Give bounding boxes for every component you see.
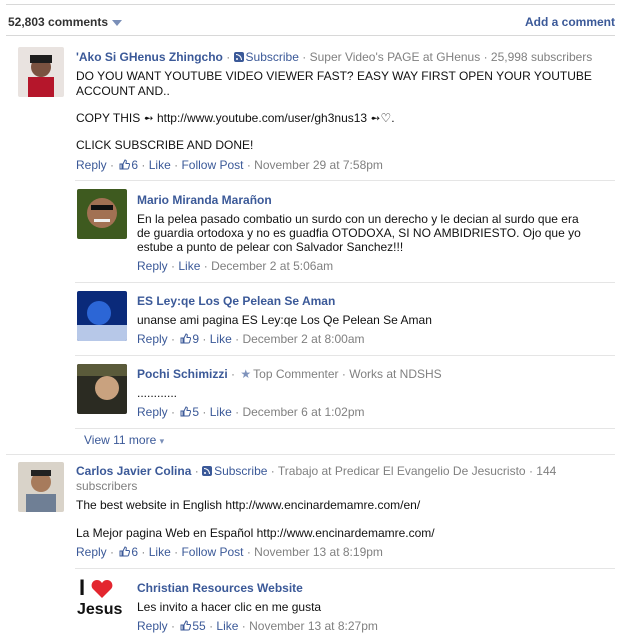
reply-actions: Reply · 9 · Like · December 2 at 8:00am <box>137 332 365 346</box>
comment-count-sort-toggle[interactable]: 52,803 comments <box>8 15 123 29</box>
reply-link[interactable]: Reply <box>76 545 107 559</box>
reply-text-line: En la pelea pasado combatio un surdo con… <box>137 212 579 226</box>
star-icon: ★ <box>240 367 252 381</box>
like-count[interactable]: 5 <box>192 405 199 419</box>
rss-icon <box>233 52 244 62</box>
reply-actions: Reply · 5 · Like · December 6 at 1:02pm <box>137 405 365 419</box>
comment-header: 'Ako Si GHenus Zhingcho · Subscribe · Su… <box>76 50 593 64</box>
timestamp[interactable]: November 13 at 8:19pm <box>254 545 383 559</box>
rss-icon <box>202 466 213 476</box>
like-link[interactable]: Like <box>178 259 200 273</box>
comments-header: 52,803 comments Add a comment <box>6 4 615 36</box>
view-more-label: View 11 more <box>84 433 157 447</box>
subscribe-link[interactable]: Subscribe <box>246 50 299 64</box>
reply-actions: Reply · 55 · Like · November 13 at 8:27p… <box>137 619 378 633</box>
divider <box>75 180 615 181</box>
follow-post-link[interactable]: Follow Post <box>181 158 243 172</box>
thumbs-up-icon <box>119 546 131 557</box>
like-link[interactable]: Like <box>210 332 232 346</box>
timestamp[interactable]: December 6 at 1:02pm <box>242 405 364 419</box>
like-link[interactable]: Like <box>149 158 171 172</box>
like-count[interactable]: 6 <box>131 545 138 559</box>
timestamp[interactable]: December 2 at 5:06am <box>211 259 333 273</box>
reply-author[interactable]: Mario Miranda Marañon <box>137 193 272 208</box>
thumbs-up-icon <box>180 333 192 344</box>
reply-text-line: estube a punto de pelear con Salvador Sa… <box>137 240 404 254</box>
reply-actions: Reply · Like · December 2 at 5:06am <box>137 259 334 273</box>
subscriber-count: 144 <box>536 464 557 478</box>
chevron-down-icon: ▾ <box>159 436 165 446</box>
divider <box>75 428 615 429</box>
like-link[interactable]: Like <box>149 545 171 559</box>
avatar[interactable] <box>77 189 127 239</box>
like-count[interactable]: 6 <box>131 158 138 172</box>
top-commenter-badge: Top Commenter <box>253 367 339 381</box>
reply-link[interactable]: Reply <box>137 259 168 273</box>
author-meta: Super Video's PAGE at GHenus <box>309 50 481 64</box>
thumbs-up-icon <box>119 159 131 170</box>
subscriber-label: subscribers <box>76 479 138 493</box>
divider <box>75 282 615 283</box>
comment-author[interactable]: Carlos Javier Colina <box>76 464 191 478</box>
comment-text-line: La Mejor pagina Web en Español http://ww… <box>76 526 435 540</box>
reply-text-line: unanse ami pagina ES Ley:qe Los Qe Pelea… <box>137 313 432 327</box>
timestamp[interactable]: November 13 at 8:27pm <box>249 619 378 633</box>
like-link[interactable]: Like <box>216 619 238 633</box>
thumbs-up-icon <box>180 620 192 631</box>
author-meta: Trabajo at Predicar El Evangelio De Jesu… <box>277 464 526 478</box>
reply-header: Pochi Schimizzi · ★ Top Commenter · Works… <box>137 367 442 381</box>
avatar[interactable]: I Jesus <box>77 577 127 627</box>
like-count[interactable]: 55 <box>192 619 205 633</box>
comment-text-line: COPY THIS ➻ http://www.youtube.com/user/… <box>76 111 395 125</box>
comment-text-line: ACCOUNT AND.. <box>76 84 170 98</box>
reply-link[interactable]: Reply <box>137 405 168 419</box>
subscribe-link[interactable]: Subscribe <box>214 464 267 478</box>
reply-author[interactable]: Pochi Schimizzi <box>137 367 228 381</box>
divider <box>6 454 615 455</box>
timestamp[interactable]: November 29 at 7:58pm <box>254 158 383 172</box>
comment-text-line: The best website in English http://www.e… <box>76 498 421 512</box>
comment-header: Carlos Javier Colina · Subscribe · Traba… <box>76 464 557 478</box>
divider <box>75 355 615 356</box>
reply-link[interactable]: Reply <box>137 619 168 633</box>
author-meta: Works at NDSHS <box>349 367 442 381</box>
reply-text-line: de guardia ortodoxa y no es guadfia OTOD… <box>137 226 581 240</box>
view-more-link[interactable]: View 11 more ▾ <box>84 433 164 449</box>
chevron-down-icon <box>112 19 123 26</box>
avatar[interactable] <box>77 364 127 414</box>
avatar[interactable] <box>18 462 64 512</box>
reply-link[interactable]: Reply <box>137 332 168 346</box>
reply-text-line: ............ <box>137 386 178 400</box>
avatar[interactable] <box>18 47 64 97</box>
add-comment-link[interactable]: Add a comment <box>525 15 615 29</box>
divider <box>75 568 615 569</box>
comment-text-line: DO YOU WANT YOUTUBE VIDEO VIEWER FAST? E… <box>76 69 592 83</box>
reply-link[interactable]: Reply <box>76 158 107 172</box>
reply-text-line: Les invito a hacer clic en me gusta <box>137 600 322 614</box>
thumbs-up-icon <box>180 406 192 417</box>
logo-text: I <box>79 577 86 600</box>
comment-actions: Reply · 6 · Like · Follow Post · Novembe… <box>76 545 383 559</box>
avatar[interactable] <box>77 291 127 341</box>
follow-post-link[interactable]: Follow Post <box>181 545 243 559</box>
like-count[interactable]: 9 <box>192 332 199 346</box>
timestamp[interactable]: December 2 at 8:00am <box>242 332 364 346</box>
heart-icon <box>91 580 113 598</box>
comment-count: 52,803 comments <box>8 15 109 29</box>
reply-author[interactable]: Christian Resources Website <box>137 581 303 596</box>
like-link[interactable]: Like <box>210 405 232 419</box>
comment-author[interactable]: 'Ako Si GHenus Zhingcho <box>76 50 223 64</box>
subscriber-count: 25,998 subscribers <box>490 50 593 64</box>
comment-actions: Reply · 6 · Like · Follow Post · Novembe… <box>76 158 383 172</box>
reply-author[interactable]: ES Ley:qe Los Qe Pelean Se Aman <box>137 294 335 309</box>
comment-text-line: CLICK SUBSCRIBE AND DONE! <box>76 138 254 152</box>
logo-text: Jesus <box>77 601 123 618</box>
